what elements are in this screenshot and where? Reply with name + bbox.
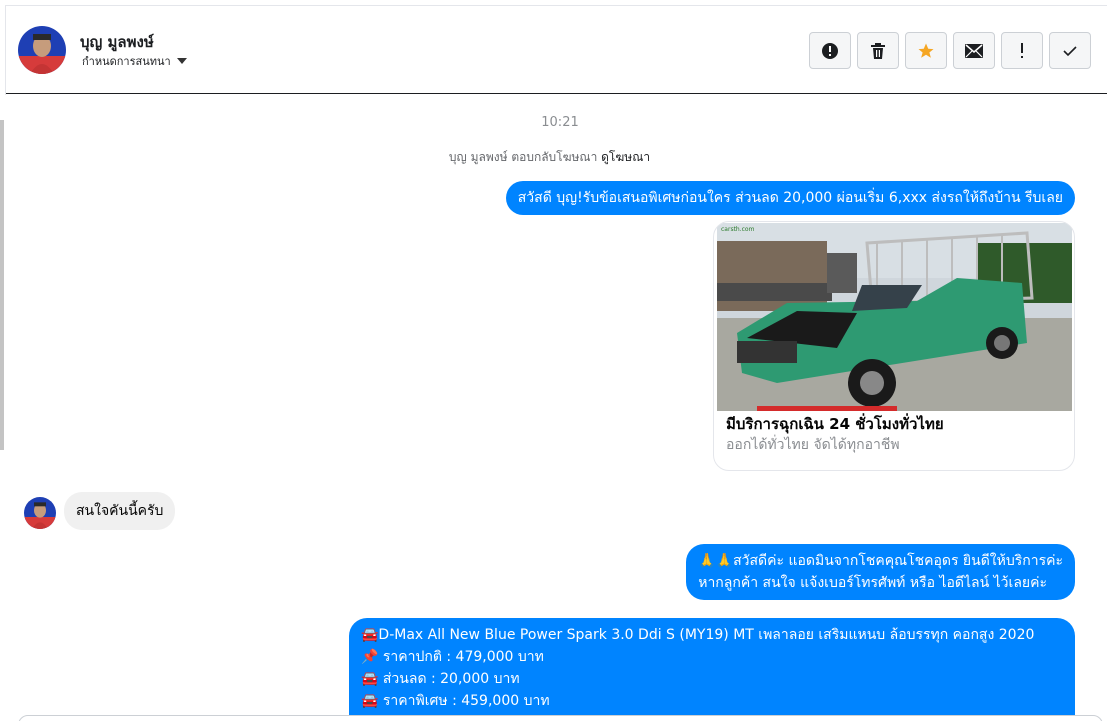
ad-card-image: carsth.com bbox=[717, 223, 1072, 411]
message-line: 📌 ราคาปกติ : 479,000 บาท bbox=[361, 649, 544, 665]
mark-spam-button[interactable] bbox=[1001, 32, 1043, 69]
outgoing-message[interactable]: สวัสดี บุญ!รับข้อเสนอพิเศษก่อนใคร ส่วนลด… bbox=[505, 181, 1075, 215]
star-button[interactable] bbox=[905, 32, 947, 69]
image-watermark: carsth.com bbox=[721, 226, 755, 233]
view-ad-link[interactable]: ดูโฆษณา bbox=[601, 150, 650, 164]
outgoing-message-greeting[interactable]: 🙏🙏สวัสดีค่ะ แอดมินจากโชคคุณโชคอุดร ยินดี… bbox=[686, 544, 1075, 600]
mark-unread-button[interactable] bbox=[953, 32, 995, 69]
ad-reply-text: บุญ มูลพงษ์ ตอบกลับโฆษณา bbox=[448, 150, 598, 164]
envelope-icon bbox=[965, 43, 983, 58]
header-actions bbox=[809, 32, 1091, 69]
conversation-header: บุญ มูลพงษ์ กำหนดการสนทนา bbox=[6, 6, 1107, 94]
sender-avatar[interactable] bbox=[24, 497, 56, 529]
ad-card-title: มีบริการฉุกเฉิน 24 ชั่วโมงทั่วไทย bbox=[726, 415, 944, 433]
message-line: 🚘 ส่วนลด : 20,000 บาท bbox=[361, 671, 520, 687]
sender-avatar-image bbox=[24, 497, 56, 529]
caret-down-icon bbox=[176, 58, 187, 64]
ad-reply-notice: บุญ มูลพงษ์ ตอบกลับโฆษณา ดูโฆษณา bbox=[0, 148, 1099, 167]
star-icon bbox=[918, 43, 934, 58]
scrollbar[interactable] bbox=[0, 120, 4, 450]
avatar-image bbox=[18, 26, 66, 74]
incoming-message[interactable]: สนใจคันนี้ครับ bbox=[64, 492, 176, 530]
conversation-schedule-label: กำหนดการสนทนา bbox=[82, 55, 171, 68]
alert-circle-icon bbox=[822, 42, 838, 59]
contact-name: บุญ มูลพงษ์ bbox=[80, 33, 154, 51]
ad-card-subtitle: ออกได้ทั่วไทย จัดได้ทุกอาชีพ bbox=[726, 437, 900, 453]
message-line: 🚘D-Max All New Blue Power Spark 3.0 Ddi … bbox=[361, 627, 1035, 643]
check-icon bbox=[1063, 45, 1077, 56]
message-line: 🚘 ราคาพิเศษ : 459,000 บาท bbox=[361, 693, 550, 709]
outgoing-message-offer[interactable]: 🚘D-Max All New Blue Power Spark 3.0 Ddi … bbox=[349, 618, 1075, 718]
message-line: หากลูกค้า สนใจ แจ้งเบอร์โทรศัพท์ หรือ ไอ… bbox=[698, 575, 1047, 591]
conversation-schedule-dropdown[interactable]: กำหนดการสนทนา bbox=[82, 52, 187, 70]
report-button[interactable] bbox=[809, 32, 851, 69]
delete-button[interactable] bbox=[857, 32, 899, 69]
mark-done-button[interactable] bbox=[1049, 32, 1091, 69]
message-composer[interactable] bbox=[18, 715, 1103, 721]
ad-card[interactable]: carsth.com มีบริการฉุกเฉิน 24 ชั่วโมงทั่… bbox=[713, 221, 1075, 471]
avatar[interactable] bbox=[18, 26, 66, 74]
message-line: 🙏🙏สวัสดีค่ะ แอดมินจากโชคคุณโชคอุดร ยินดี… bbox=[698, 553, 1063, 569]
exclamation-icon bbox=[1021, 42, 1023, 58]
pickup-truck-image: carsth.com bbox=[717, 223, 1072, 411]
trash-icon bbox=[871, 42, 885, 59]
message-timestamp: 10:21 bbox=[541, 115, 579, 130]
